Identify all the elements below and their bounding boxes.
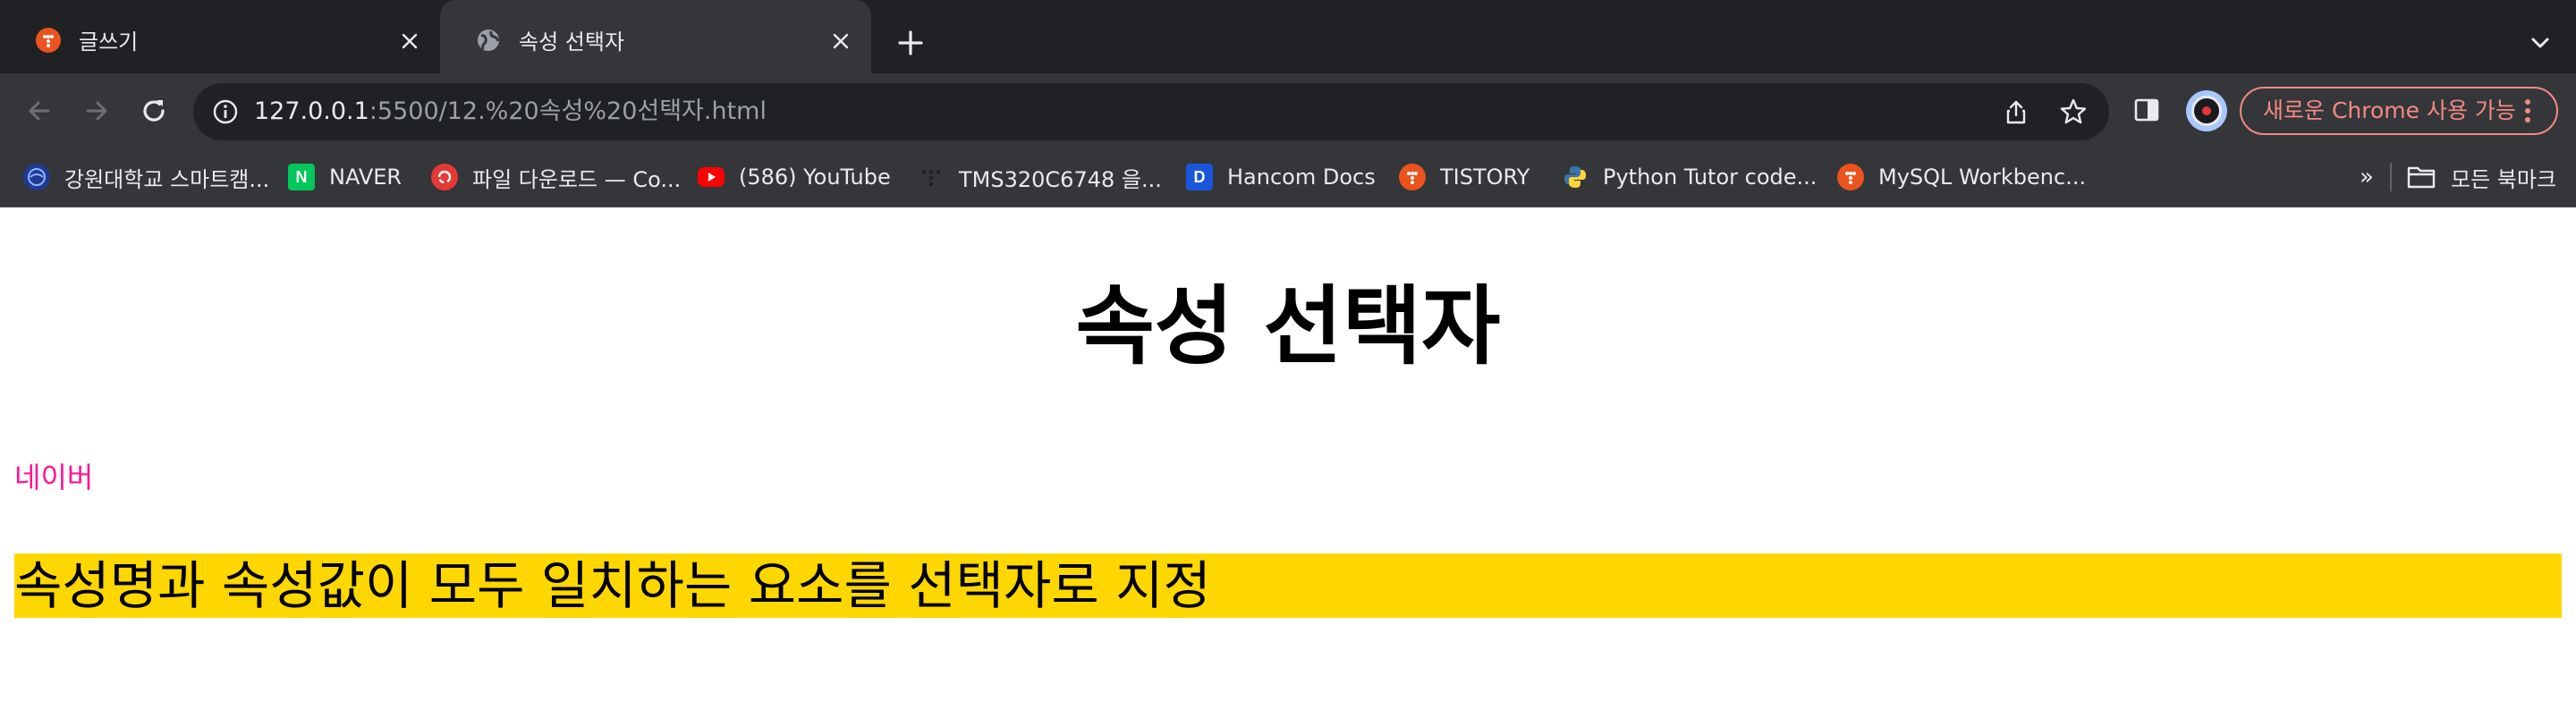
- reload-icon[interactable]: [134, 91, 174, 131]
- info-icon[interactable]: [209, 96, 242, 128]
- bookmark-label: Python Tutor code...: [1603, 165, 1818, 190]
- star-icon[interactable]: [2057, 96, 2089, 128]
- bookmark-label: TISTORY: [1440, 165, 1530, 190]
- python-icon: [1562, 164, 1589, 190]
- bookmark-label: MySQL Workbenc...: [1878, 165, 2087, 190]
- kebab-menu-icon[interactable]: [2512, 95, 2544, 127]
- globe-icon: [476, 28, 501, 53]
- naver-icon: N: [288, 164, 315, 190]
- bookmark-label: TMS320C6748 을...: [959, 166, 1162, 192]
- share-icon[interactable]: [2000, 96, 2032, 128]
- bookmark-file-download[interactable]: 파일 다운로드 — Co...: [431, 147, 681, 207]
- bookmark-label: 파일 다운로드 — Co...: [472, 166, 682, 192]
- side-panel-icon[interactable]: [2129, 92, 2165, 128]
- bookmarks-bar: 강원대학교 스마트캠... N NAVER 파일 다운로드 — Co... (5…: [0, 147, 2576, 207]
- profile-avatar[interactable]: [2186, 90, 2227, 131]
- folder-icon: [2406, 164, 2436, 190]
- all-bookmarks-button[interactable]: 모든 북마크: [2406, 147, 2556, 207]
- bookmark-label: NAVER: [329, 165, 402, 190]
- bookmark-label: (586) YouTube: [739, 165, 891, 190]
- tab-strip: 글쓰기 속성 선택자: [0, 0, 2576, 73]
- bookmark-youtube[interactable]: (586) YouTube: [698, 147, 891, 207]
- bookmark-tistory[interactable]: TISTORY: [1399, 147, 1530, 207]
- avatar-icon: [2191, 96, 2222, 126]
- all-bookmarks-label: 모든 북마크: [2451, 166, 2557, 192]
- bookmark-mysql-workbench[interactable]: MySQL Workbenc...: [1837, 147, 2086, 207]
- bookmark-naver[interactable]: N NAVER: [288, 147, 402, 207]
- bookmarks-overflow-button[interactable]: »: [2351, 161, 2383, 193]
- forward-icon[interactable]: [77, 91, 116, 131]
- bookmark-python-tutor[interactable]: Python Tutor code...: [1562, 147, 1817, 207]
- youtube-icon: [698, 167, 724, 187]
- tab-title: 글쓰기: [79, 30, 139, 55]
- close-tab-icon[interactable]: [394, 25, 426, 57]
- bookmark-label: 강원대학교 스마트캠...: [64, 166, 270, 192]
- tab-write[interactable]: 글쓰기: [0, 0, 440, 73]
- divider: [2390, 163, 2392, 191]
- url-host: 127.0.0.1: [254, 97, 369, 125]
- hancom-icon: D: [1186, 164, 1213, 190]
- tistory-icon: [1837, 164, 1864, 190]
- bookmark-hancom[interactable]: D Hancom Docs: [1186, 147, 1376, 207]
- chevron-down-icon[interactable]: [2522, 25, 2558, 61]
- toolbar: 127.0.0.1:5500/12.%20속성%20선택자.html 새로운 C…: [0, 73, 2576, 147]
- download-icon: [431, 164, 458, 190]
- dots-icon: [918, 164, 945, 190]
- back-icon[interactable]: [20, 91, 59, 131]
- bookmark-tms320[interactable]: TMS320C6748 을...: [918, 147, 1162, 207]
- page-title: 속성 선택자: [1075, 276, 1501, 376]
- tistory-icon: [1399, 164, 1426, 190]
- bookmark-kangwon[interactable]: 강원대학교 스마트캠...: [23, 147, 269, 207]
- page-content: 속성 선택자 네이버 속성명과 속성값이 모두 일치하는 요소를 선택자로 지정: [0, 208, 2576, 718]
- url-text[interactable]: 127.0.0.1:5500/12.%20속성%20선택자.html: [254, 83, 767, 140]
- tab-attribute-selector[interactable]: 속성 선택자: [440, 0, 871, 73]
- kangwon-icon: [23, 164, 50, 190]
- address-bar[interactable]: 127.0.0.1:5500/12.%20속성%20선택자.html: [193, 83, 2109, 140]
- chrome-update-button[interactable]: 새로운 Chrome 사용 가능: [2240, 87, 2558, 135]
- new-tab-icon[interactable]: [893, 25, 928, 61]
- close-tab-icon[interactable]: [825, 25, 857, 57]
- naver-link[interactable]: 네이버: [14, 460, 93, 494]
- tab-title: 속성 선택자: [519, 30, 625, 55]
- bookmark-label: Hancom Docs: [1227, 165, 1376, 190]
- tistory-icon: [36, 28, 61, 53]
- highlighted-paragraph: 속성명과 속성값이 모두 일치하는 요소를 선택자로 지정: [14, 553, 2562, 618]
- update-label: 새로운 Chrome 사용 가능: [2263, 97, 2516, 123]
- url-path: :5500/12.%20속성%20선택자.html: [369, 97, 767, 125]
